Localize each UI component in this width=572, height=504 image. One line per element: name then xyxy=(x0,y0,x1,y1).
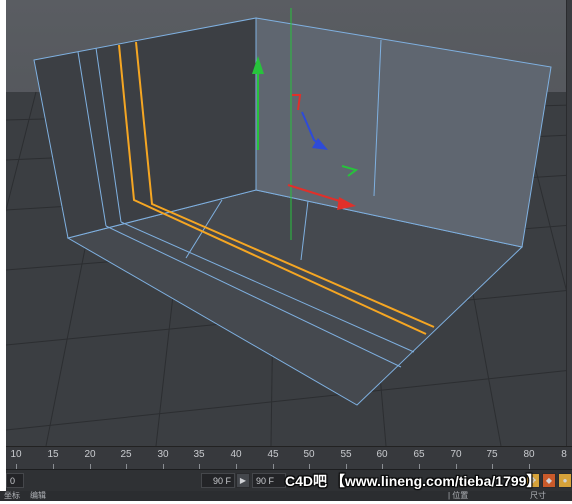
start-frame-field[interactable]: 0 F xyxy=(6,473,24,501)
timeline-tick: 80 xyxy=(523,449,535,460)
timeline-tick: 75 xyxy=(486,449,498,460)
timeline-tick: 15 xyxy=(47,449,59,460)
attribute-manager-strip: 坐标 编辑 | 位置 尺寸 xyxy=(0,491,572,501)
timeline-tick: 50 xyxy=(303,449,315,460)
timeline-tick: 40 xyxy=(230,449,242,460)
viewport-scene[interactable] xyxy=(6,0,572,446)
play-arrow-icon[interactable]: ▶ xyxy=(236,473,250,488)
keyframe-icon[interactable]: ◆ xyxy=(542,473,556,488)
end-frame-field[interactable]: 90 F xyxy=(252,473,286,488)
timeline-tick: 35 xyxy=(193,449,205,460)
timeline-tick: 45 xyxy=(267,449,279,460)
timeline-tick: 60 xyxy=(376,449,388,460)
preview-end-frame-field[interactable]: 90 F xyxy=(201,473,235,488)
timeline-tick: 65 xyxy=(413,449,425,460)
timeline-tick: 8 xyxy=(561,449,567,460)
size-label: 尺寸 xyxy=(530,491,546,500)
right-side-panel xyxy=(566,0,572,446)
edit-tab[interactable]: 编辑 xyxy=(30,491,46,501)
timeline-tick: 10 xyxy=(10,449,22,460)
record-icon[interactable]: ● xyxy=(558,473,572,488)
timeline-tick: 30 xyxy=(157,449,169,460)
timeline-tick: 55 xyxy=(340,449,352,460)
position-label: | 位置 xyxy=(448,491,469,500)
timeline-tick: 70 xyxy=(450,449,462,460)
3d-viewport[interactable] xyxy=(6,0,572,446)
timeline-ruler[interactable]: 10 15 20 25 30 35 40 45 50 55 60 65 70 7… xyxy=(6,446,572,469)
coordinates-tab[interactable]: 坐标 xyxy=(4,491,20,501)
timeline-tick: 20 xyxy=(84,449,96,460)
timeline-tick: 25 xyxy=(120,449,132,460)
watermark-text: C4D吧 【www.lineng.com/tieba/1799】 xyxy=(285,473,541,489)
